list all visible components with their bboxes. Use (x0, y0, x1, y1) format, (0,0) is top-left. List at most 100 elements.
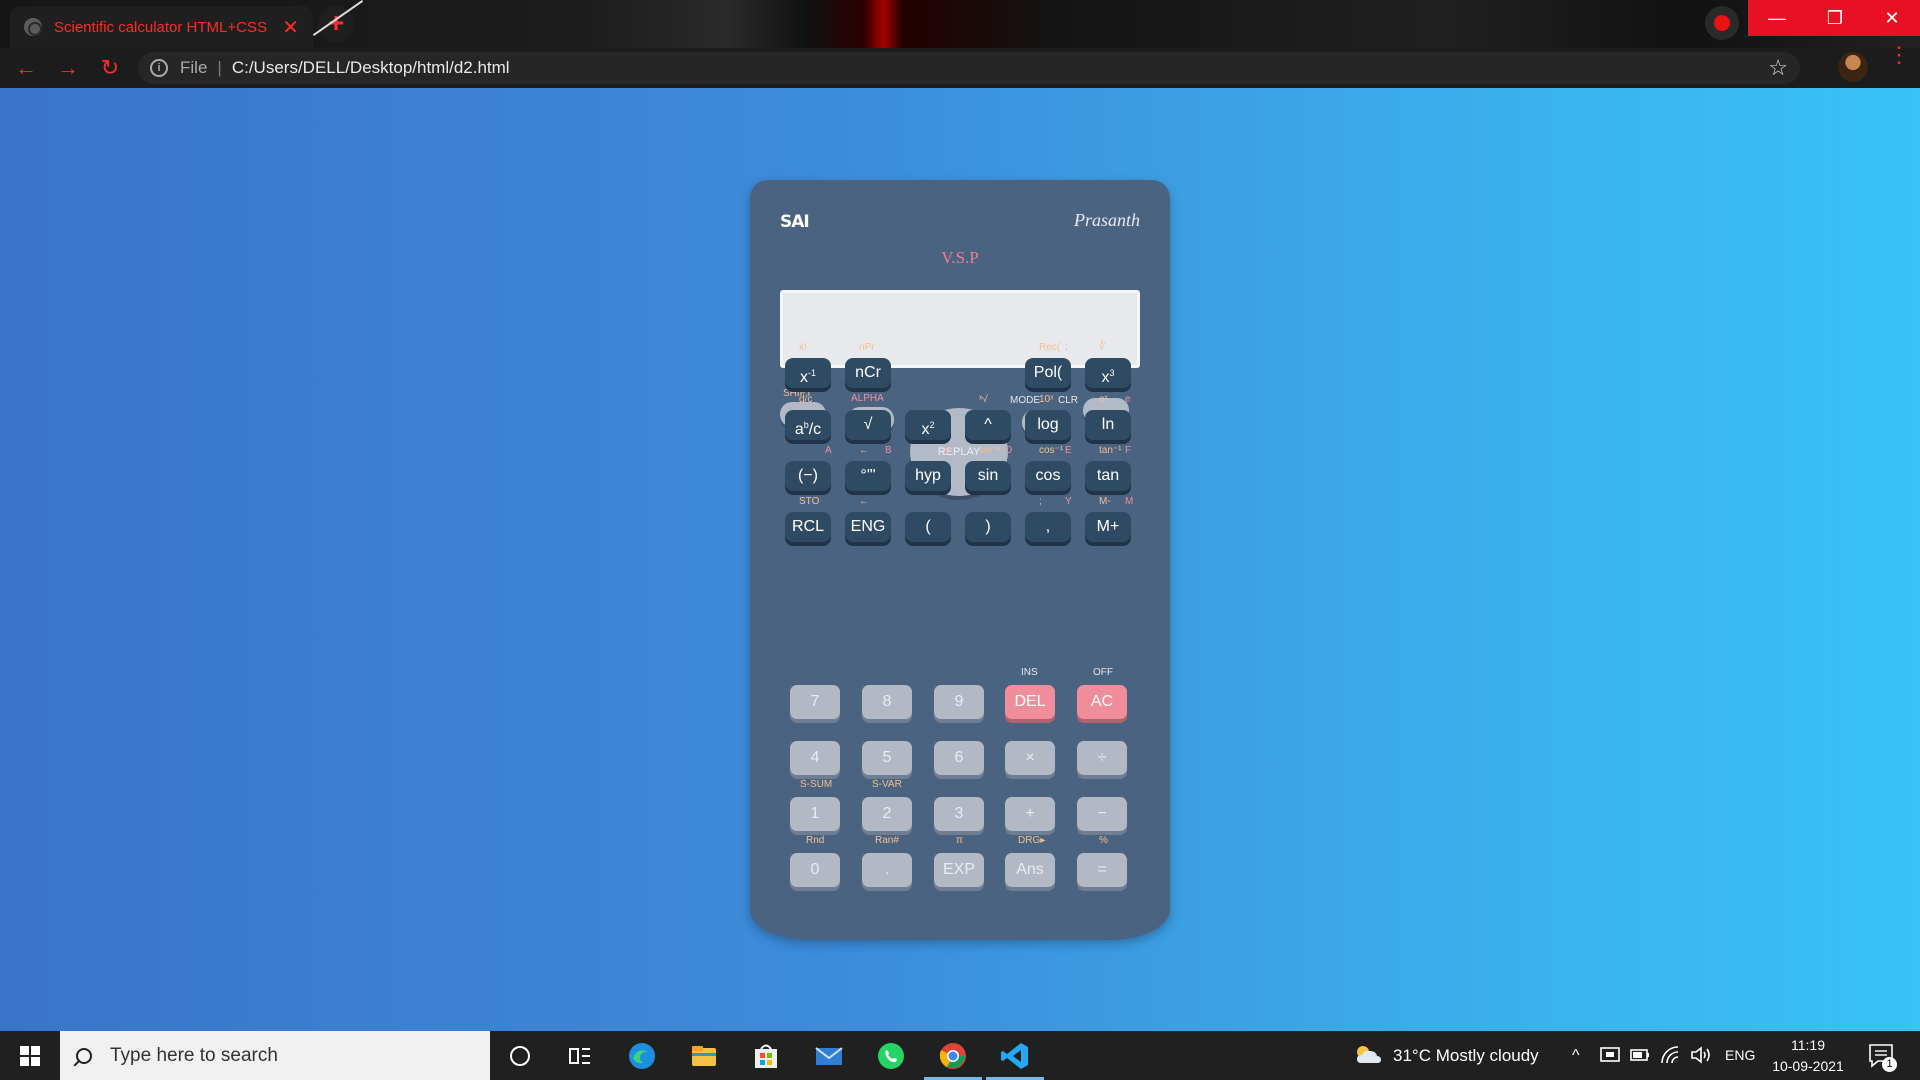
degrees-key[interactable]: °'" (845, 461, 891, 491)
file-explorer-icon[interactable] (688, 1040, 720, 1072)
reload-icon[interactable]: ↻ (94, 52, 126, 84)
task-view-icon[interactable] (564, 1040, 596, 1072)
power-shift-label: ˣ√ (979, 394, 988, 405)
1-shift-label: S-SUM (800, 779, 833, 790)
sin-alpha-label: D (1005, 445, 1013, 456)
comma-key[interactable]: , (1025, 512, 1071, 542)
back-icon[interactable]: ← (10, 52, 42, 84)
omnibox[interactable]: i File | C:/Users/DELL/Desktop/html/d2.h… (138, 52, 1800, 84)
eng-shift-label: ← (859, 496, 869, 507)
rcl-key[interactable]: RCL (785, 512, 831, 542)
clock[interactable]: 11:19 10-09-2021 (1765, 1035, 1851, 1077)
calculator-display (780, 290, 1140, 368)
owner-name: Prasanth (1073, 210, 1140, 230)
bookmark-star-icon[interactable]: ☆ (1768, 55, 1788, 81)
info-icon[interactable]: i (150, 59, 168, 77)
pol-key[interactable]: Pol( (1025, 358, 1071, 388)
weather-text[interactable]: 31°C Mostly cloudy (1393, 1031, 1539, 1080)
menu-icon[interactable]: ⋮ (1888, 44, 1910, 66)
power-key[interactable]: ^ (965, 410, 1011, 440)
show-hidden-icons-icon[interactable]: ^ (1572, 1031, 1580, 1080)
open-paren-key[interactable]: ( (905, 512, 951, 542)
9-key[interactable]: 9 (934, 685, 984, 719)
volume-icon[interactable] (1690, 1045, 1714, 1065)
plus-key[interactable]: + (1005, 797, 1055, 831)
degrees-shift-label: ← (859, 445, 869, 456)
7-key[interactable]: 7 (790, 685, 840, 719)
cortana-icon[interactable] (504, 1040, 536, 1072)
equals-key[interactable]: = (1077, 853, 1127, 887)
notification-count-badge: 1 (1882, 1057, 1897, 1072)
decimal-shift-label: Ran# (875, 835, 899, 846)
exp-key[interactable]: EXP (934, 853, 984, 887)
language-indicator[interactable]: ENG (1725, 1031, 1755, 1080)
wifi-icon[interactable] (1660, 1045, 1682, 1065)
url-separator: | (217, 58, 222, 77)
close-tab-icon[interactable]: ✕ (282, 15, 299, 40)
taskbar-search[interactable]: Type here to search (60, 1031, 490, 1080)
0-key[interactable]: 0 (790, 853, 840, 887)
1-key[interactable]: 1 (790, 797, 840, 831)
store-icon[interactable] (750, 1040, 782, 1072)
weather-icon[interactable] (1353, 1043, 1383, 1067)
mail-icon[interactable] (813, 1040, 845, 1072)
8-key[interactable]: 8 (862, 685, 912, 719)
close-window-button[interactable]: ✕ (1864, 0, 1920, 36)
equals-shift-label: % (1099, 835, 1108, 846)
exp-shift-label: π (956, 835, 963, 846)
3-key[interactable]: 3 (934, 797, 984, 831)
network-adapter-icon[interactable] (1600, 1046, 1620, 1064)
edge-icon[interactable] (626, 1040, 658, 1072)
2-key[interactable]: 2 (862, 797, 912, 831)
fraction-key[interactable]: ab/c (785, 410, 831, 440)
comma-alpha-label: Y (1065, 496, 1072, 507)
ln-key[interactable]: ln (1085, 410, 1131, 440)
battery-icon[interactable] (1630, 1047, 1650, 1063)
forward-icon[interactable]: → (52, 52, 84, 84)
pol-shift-label: Rec( (1039, 342, 1061, 353)
extension-icon[interactable] (1705, 6, 1739, 40)
eng-key[interactable]: ENG (845, 512, 891, 542)
model-name: V.S.P (941, 248, 979, 267)
del-key[interactable]: DEL (1005, 685, 1055, 719)
square-key[interactable]: x2 (905, 410, 951, 440)
degrees-alpha-label: B (885, 445, 892, 456)
tan-key[interactable]: tan (1085, 461, 1131, 491)
negate-key[interactable]: (−) (785, 461, 831, 491)
pol-alpha-label: : (1065, 342, 1068, 353)
4-key[interactable]: 4 (790, 741, 840, 775)
clock-time: 11:19 (1791, 1037, 1825, 1053)
m-plus-key[interactable]: M+ (1085, 512, 1131, 542)
restore-button[interactable]: ❐ (1806, 0, 1864, 36)
divide-key[interactable]: ÷ (1077, 741, 1127, 775)
hyp-key[interactable]: hyp (905, 461, 951, 491)
vscode-icon[interactable] (999, 1040, 1031, 1072)
chrome-icon[interactable] (937, 1040, 969, 1072)
cos-key[interactable]: cos (1025, 461, 1071, 491)
log-key[interactable]: log (1025, 410, 1071, 440)
decimal-key[interactable]: . (862, 853, 912, 887)
fraction-shift-label: d/c (799, 394, 813, 405)
minus-key[interactable]: − (1077, 797, 1127, 831)
brand-logo: SAI (780, 212, 810, 232)
5-key[interactable]: 5 (862, 741, 912, 775)
browser-tab[interactable]: Scientific calculator HTML+CSS ✕ (10, 6, 313, 48)
ans-key[interactable]: Ans (1005, 853, 1055, 887)
start-button[interactable] (0, 1031, 60, 1080)
minimize-button[interactable]: — (1748, 0, 1806, 36)
close-paren-key[interactable]: ) (965, 512, 1011, 542)
ncr-key[interactable]: nCr (845, 358, 891, 388)
url-text[interactable]: C:/Users/DELL/Desktop/html/d2.html (232, 58, 510, 78)
cube-key[interactable]: x3 (1085, 358, 1131, 388)
clr-label: CLR (1058, 395, 1079, 406)
url-scheme: File (180, 58, 208, 77)
sqrt-key[interactable]: √ (845, 410, 891, 440)
whatsapp-icon[interactable] (875, 1040, 907, 1072)
profile-avatar[interactable] (1838, 52, 1868, 82)
sin-key[interactable]: sin (965, 461, 1011, 491)
ac-key[interactable]: AC (1077, 685, 1127, 719)
multiply-key[interactable]: × (1005, 741, 1055, 775)
taskbar: Type here to search 31°C Mostly cloudy ^… (0, 1031, 1920, 1080)
reciprocal-key[interactable]: x-1 (785, 358, 831, 388)
6-key[interactable]: 6 (934, 741, 984, 775)
